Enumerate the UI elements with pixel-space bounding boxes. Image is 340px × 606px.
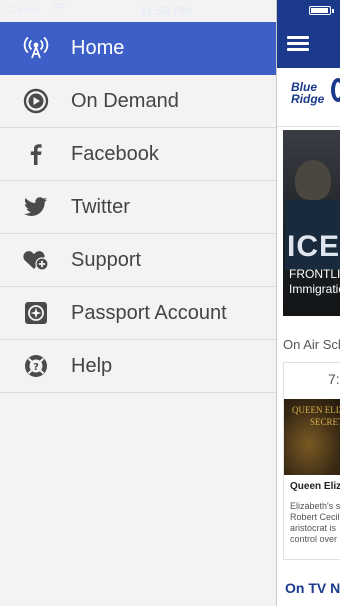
menu-item-help[interactable]: ? Help [0, 340, 276, 393]
menu-item-label: Support [71, 249, 142, 271]
thumbnail-title-line1: QUEEN ELIZ [292, 405, 340, 415]
carrier-label: Carrier [6, 4, 40, 16]
menu-item-home[interactable]: Home [0, 22, 276, 75]
menu-item-passport-account[interactable]: Passport Account [0, 287, 276, 340]
main-content-panel[interactable]: Blue Ridge ICE FRONTLINE Immigration On … [276, 0, 340, 606]
menu-item-support[interactable]: Support [0, 234, 276, 287]
schedule-thumbnail: QUEEN ELIZ SECRET [284, 399, 340, 475]
schedule-card[interactable]: 7:00 QUEEN ELIZ SECRET Queen Elizabeth E… [283, 362, 340, 560]
menu-item-label: Help [71, 355, 113, 377]
heart-plus-icon [22, 247, 50, 273]
logo-text: Blue Ridge [291, 81, 324, 105]
side-drawer: Carrier 11:58 PM Home On Demand Facebook… [0, 0, 276, 606]
menu-item-label: On Demand [71, 90, 179, 112]
station-logo: Blue Ridge [277, 68, 340, 127]
logo-mark-icon [331, 78, 340, 102]
on-air-schedule-heading: On Air Schedule [283, 337, 340, 352]
schedule-time: 7:00 [328, 371, 340, 387]
thumbnail-title-line2: SECRET [310, 417, 340, 427]
menu-item-label: Twitter [71, 196, 130, 218]
hamburger-menu-icon[interactable] [287, 36, 309, 52]
on-tv-now-heading[interactable]: On TV Now [285, 580, 340, 596]
menu-item-twitter[interactable]: Twitter [0, 181, 276, 234]
wifi-icon [52, 2, 66, 17]
broadcast-tower-icon [22, 35, 50, 61]
passport-compass-icon [22, 300, 50, 326]
hero-person [295, 160, 331, 200]
logo-line2: Ridge [291, 92, 325, 106]
help-lifebuoy-icon: ? [22, 353, 50, 379]
facebook-icon [22, 141, 50, 167]
app-header [277, 0, 340, 68]
drawer-menu: Home On Demand Facebook Twitter Support … [0, 22, 276, 393]
hero-caption-line2: Immigration [289, 282, 340, 296]
twitter-icon [22, 194, 50, 220]
menu-item-label: Home [71, 37, 125, 59]
svg-text:?: ? [33, 362, 39, 373]
status-bar: Carrier 11:58 PM [0, 0, 276, 22]
schedule-program-description: Elizabeth's s Robert Cecil aristocrat is… [290, 501, 340, 544]
hero-caption-line1: FRONTLINE [289, 267, 340, 281]
battery-icon [309, 6, 334, 15]
hero-badge-text: ICE [287, 230, 340, 263]
schedule-program-title: Queen Elizabeth [290, 481, 340, 492]
featured-hero-image[interactable]: ICE FRONTLINE Immigration [283, 130, 340, 316]
play-circle-icon [22, 88, 50, 114]
menu-item-facebook[interactable]: Facebook [0, 128, 276, 181]
menu-item-label: Facebook [71, 143, 159, 165]
menu-item-label: Passport Account [71, 302, 227, 324]
menu-item-on-demand[interactable]: On Demand [0, 75, 276, 128]
status-time: 11:58 PM [140, 4, 192, 18]
